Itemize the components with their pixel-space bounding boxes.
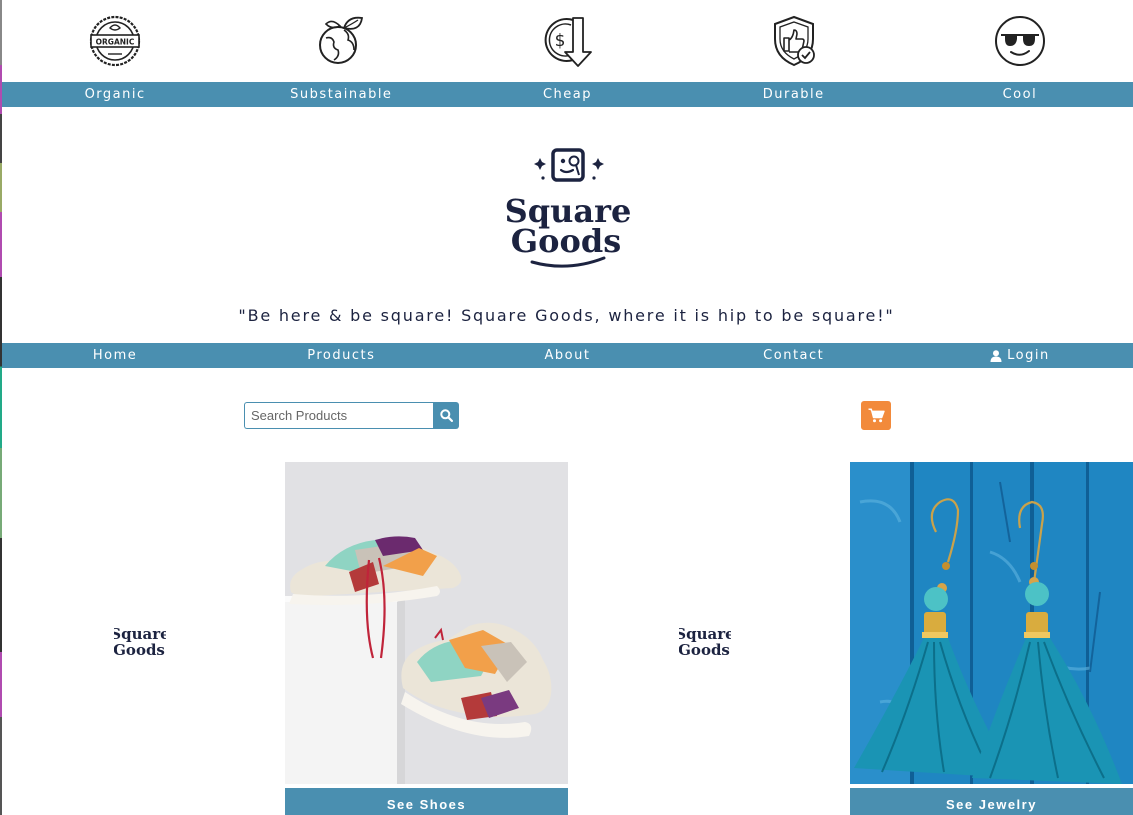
feature-cool bbox=[907, 0, 1133, 82]
brand-logo: Square Goods bbox=[506, 148, 630, 268]
feature-label-cool: Cool bbox=[1002, 87, 1038, 102]
feature-cheap: $ bbox=[454, 0, 680, 82]
jewelry-photo bbox=[850, 462, 1133, 784]
user-icon bbox=[990, 349, 1002, 362]
product-tile-jewelry[interactable]: See Jewelry bbox=[850, 462, 1133, 815]
shoes-photo bbox=[285, 462, 568, 784]
feature-label-durable: Durable bbox=[762, 87, 825, 102]
tagline: "Be here & be square! Square Goods, wher… bbox=[238, 306, 895, 325]
small-brand-logo-right: Square Goods bbox=[679, 625, 731, 659]
feature-icons-row: ORGANIC $ bbox=[2, 0, 1133, 82]
shield-thumb-icon bbox=[773, 15, 815, 67]
product-tile-shoes[interactable]: See Shoes bbox=[285, 462, 568, 815]
feature-label-cheap: Cheap bbox=[542, 87, 593, 102]
organic-badge-icon: ORGANIC bbox=[89, 15, 141, 67]
feature-label-organic: Organic bbox=[84, 87, 146, 102]
search-input[interactable] bbox=[244, 402, 433, 429]
organic-badge-text: ORGANIC bbox=[96, 38, 135, 47]
nav-about[interactable]: About bbox=[454, 343, 680, 368]
feature-label-sustainable: Substainable bbox=[290, 87, 393, 102]
small-brand-logo-left: Square Goods bbox=[114, 625, 166, 659]
search-bar bbox=[244, 402, 459, 429]
cart-button[interactable] bbox=[861, 401, 891, 430]
nav-login-label: Login bbox=[1007, 348, 1050, 363]
search-button[interactable] bbox=[433, 402, 459, 429]
nav-contact[interactable]: Contact bbox=[681, 343, 907, 368]
feature-labels-bar: Organic Substainable Cheap Durable Cool bbox=[2, 82, 1133, 107]
nav-about-label: About bbox=[544, 348, 591, 363]
small-logo-word-goods: Goods bbox=[679, 641, 730, 659]
dollar-down-icon: $ bbox=[544, 17, 592, 67]
see-shoes-button[interactable]: See Shoes bbox=[285, 788, 568, 815]
search-icon bbox=[439, 409, 453, 422]
nav-login[interactable]: Login bbox=[907, 343, 1133, 368]
see-jewelry-button[interactable]: See Jewelry bbox=[850, 788, 1133, 815]
main-nav: Home Products About Contact Login bbox=[2, 343, 1133, 368]
nav-contact-label: Contact bbox=[763, 348, 825, 363]
shopping-cart-icon bbox=[868, 408, 885, 423]
nav-home-label: Home bbox=[92, 348, 138, 363]
earth-leaf-icon bbox=[319, 16, 364, 64]
nav-products-label: Products bbox=[307, 348, 376, 363]
nav-products[interactable]: Products bbox=[228, 343, 454, 368]
svg-text:$: $ bbox=[554, 31, 565, 51]
small-logo-word-goods: Goods bbox=[114, 641, 165, 659]
feature-durable bbox=[681, 0, 907, 82]
left-edge-strip bbox=[0, 0, 2, 815]
feature-sustainable bbox=[228, 0, 454, 82]
sunglasses-face-icon bbox=[994, 16, 1045, 66]
nav-home[interactable]: Home bbox=[2, 343, 228, 368]
feature-organic: ORGANIC bbox=[2, 0, 228, 82]
logo-word-goods: Goods bbox=[511, 222, 621, 260]
